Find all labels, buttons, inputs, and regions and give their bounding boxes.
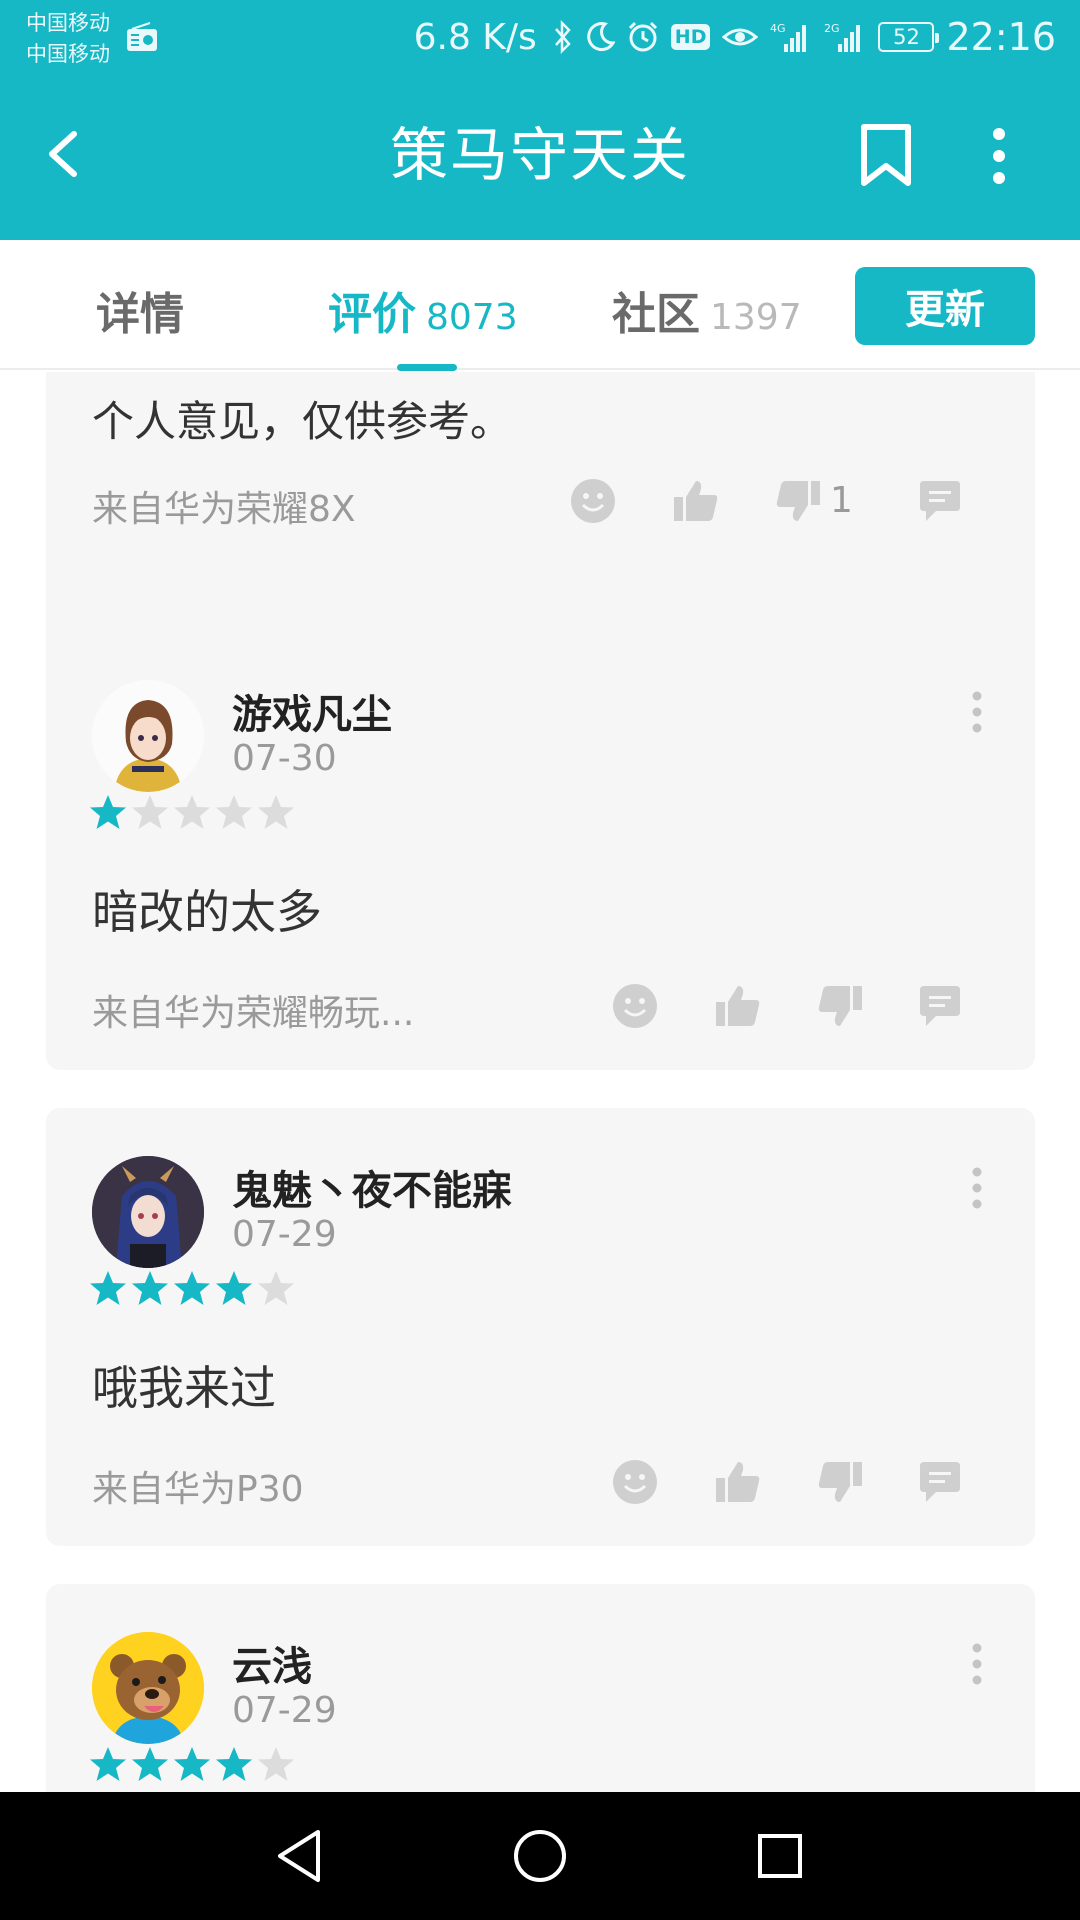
thumbs-down-icon[interactable] (774, 477, 822, 525)
review-text-line: 个人意见，仅供参考。 (92, 397, 513, 446)
username[interactable]: 云浅 (232, 1634, 312, 1692)
review-list[interactable]: 个人意见，仅供参考。 来自华为荣耀8X 1 游戏凡尘 07-30 暗改的太多 来… (0, 372, 1080, 1792)
dislike-count: 1 (830, 480, 853, 521)
alarm-icon (628, 21, 657, 52)
star-filled-icon (174, 1271, 210, 1305)
carrier-labels: 中国移动 中国移动 (26, 8, 110, 70)
system-nav-bar (0, 1792, 1080, 1920)
signal-2g-label: 2G (824, 22, 840, 35)
radio-icon (127, 22, 157, 51)
tab-community[interactable]: 社区 1397 (612, 278, 802, 340)
page-title: 策马守天关 (389, 121, 690, 189)
star-filled-icon (132, 1271, 168, 1305)
emoji-icon[interactable] (569, 477, 617, 525)
more-options-icon[interactable] (970, 1642, 984, 1686)
status-indicators: 6.8 K/s HD 4G 2G 52 22:16 (414, 0, 1056, 74)
signal-2g-icon: 2G (824, 22, 861, 52)
battery-indicator: 52 (878, 22, 940, 52)
avatar[interactable] (92, 1632, 204, 1744)
comment-icon[interactable] (916, 1458, 964, 1506)
star-empty-icon (258, 1747, 294, 1781)
eye-comfort-icon (722, 28, 759, 46)
tab-count: 8073 (426, 297, 518, 338)
comment-icon[interactable] (916, 982, 964, 1030)
review-text-line-clipped (92, 372, 512, 392)
thumbs-up-icon[interactable] (672, 477, 720, 525)
hd-badge: HD (670, 24, 711, 50)
thumbs-down-icon[interactable] (816, 982, 864, 1030)
star-empty-icon (258, 795, 294, 829)
clock: 22:16 (946, 15, 1056, 59)
review-card: 鬼魅丶夜不能寐 07-29 哦我来过 来自华为P30 (46, 1108, 1035, 1546)
avatar[interactable] (92, 680, 204, 792)
emoji-icon[interactable] (611, 1458, 659, 1506)
star-filled-icon (216, 1271, 252, 1305)
status-bar: 中国移动 中国移动 6.8 K/s HD 4G 2G 52 22:16 (0, 0, 1080, 74)
device-label: 来自华为P30 (92, 1469, 304, 1510)
emoji-icon[interactable] (611, 982, 659, 1030)
review-text-clipped: 个人意见，仅供参考。 (92, 372, 512, 452)
device-label: 来自华为荣耀畅玩... (92, 993, 415, 1034)
update-button[interactable]: 更新 (855, 267, 1035, 345)
username[interactable]: 游戏凡尘 (232, 682, 392, 740)
signal-4g-label: 4G (770, 22, 786, 35)
review-text: 哦我来过 (92, 1361, 276, 1415)
square-recents-icon[interactable] (748, 1824, 812, 1888)
review-card: 云浅 07-29 (46, 1584, 1035, 1792)
bookmark-icon[interactable] (856, 122, 916, 188)
star-filled-icon (216, 1747, 252, 1781)
star-empty-icon (258, 1271, 294, 1305)
star-filled-icon (90, 1271, 126, 1305)
star-filled-icon (90, 1747, 126, 1781)
star-filled-icon (174, 1747, 210, 1781)
review-date: 07-29 (232, 1690, 337, 1731)
circle-home-icon[interactable] (508, 1824, 572, 1888)
username[interactable]: 鬼魅丶夜不能寐 (232, 1158, 512, 1216)
active-tab-indicator (397, 364, 457, 371)
comment-icon[interactable] (916, 477, 964, 525)
moon-icon (587, 22, 615, 52)
avatar[interactable] (92, 1156, 204, 1268)
star-empty-icon (174, 795, 210, 829)
tab-label: 社区 (612, 289, 700, 340)
review-card: 游戏凡尘 07-30 暗改的太多 来自华为荣耀畅玩... (46, 632, 1035, 1070)
triangle-back-icon[interactable] (268, 1824, 332, 1888)
carrier-2: 中国移动 (26, 42, 110, 66)
more-options-icon[interactable] (970, 690, 984, 734)
more-options-icon[interactable] (970, 1166, 984, 1210)
network-speed: 6.8 K/s (413, 16, 537, 58)
tab-count: 1397 (710, 297, 802, 338)
tab-bar: 详情 评价 8073 社区 1397 更新 (0, 240, 1080, 371)
thumbs-up-icon[interactable] (714, 1458, 762, 1506)
signal-4g-icon: 4G (770, 22, 807, 52)
bluetooth-icon (554, 20, 571, 54)
star-rating (88, 1744, 296, 1784)
tab-details[interactable]: 详情 (96, 278, 184, 340)
star-empty-icon (132, 795, 168, 829)
tab-reviews[interactable]: 评价 8073 (328, 278, 518, 340)
more-vertical-icon[interactable] (978, 124, 1020, 188)
thumbs-down-icon[interactable] (816, 1458, 864, 1506)
tab-label: 详情 (96, 289, 184, 340)
thumbs-up-icon[interactable] (714, 982, 762, 1030)
device-label: 来自华为荣耀8X (92, 489, 356, 530)
star-empty-icon (216, 795, 252, 829)
review-text: 暗改的太多 (92, 885, 322, 939)
star-rating (88, 1268, 296, 1308)
tab-label: 评价 (328, 289, 416, 340)
app-bar: 策马守天关 (0, 74, 1080, 240)
star-rating (88, 792, 296, 832)
carrier-1: 中国移动 (26, 11, 110, 35)
review-date: 07-29 (232, 1214, 337, 1255)
review-date: 07-30 (232, 738, 337, 779)
star-filled-icon (132, 1747, 168, 1781)
star-filled-icon (90, 795, 126, 829)
